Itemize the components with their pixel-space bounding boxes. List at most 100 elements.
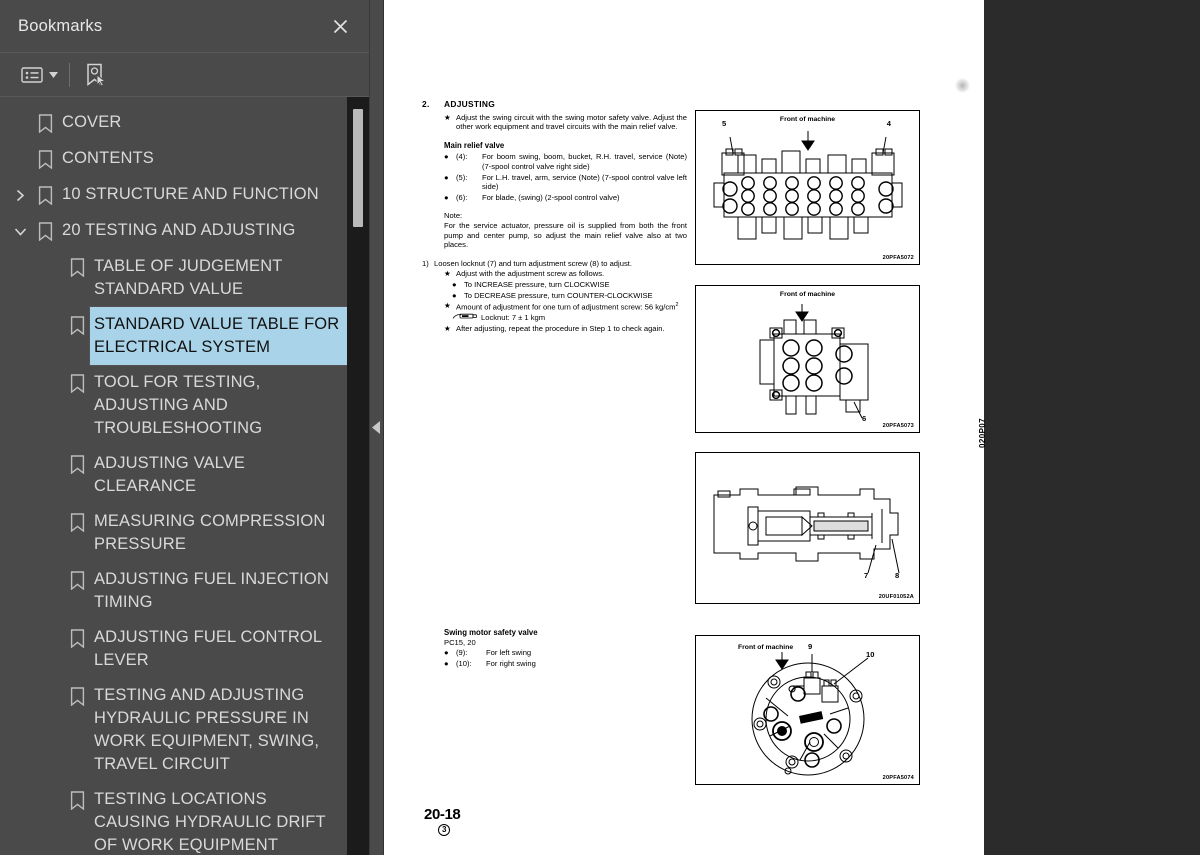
swing-item: ● (10): For right swing (444, 659, 674, 669)
close-icon[interactable] (327, 13, 353, 39)
dot-bullet-icon: ● (444, 192, 449, 202)
figure-2-callout-6: 6 (862, 414, 867, 423)
step-sub-2-superscript: 2 (675, 302, 679, 309)
bookmark-icon (32, 213, 58, 249)
star-bullet-icon: ★ (444, 301, 451, 311)
intro-bullet: ★ Adjust the swing circuit with the swin… (444, 113, 687, 132)
main-relief-item: ● (6): For blade, (swing) (2-spool control… (444, 193, 687, 203)
bookmark-item[interactable]: TOOL FOR TESTING, ADJUSTING AND TROUBLES… (0, 365, 347, 446)
bookmark-item[interactable]: ADJUSTING VALVE CLEARANCE (0, 446, 347, 504)
main-relief-item-text: For L.H. travel, arm, service (Note) (7-… (482, 172, 687, 192)
bookmark-icon (64, 678, 90, 714)
new-bookmark-icon[interactable] (81, 60, 110, 90)
bookmark-item-label: 10 STRUCTURE AND FUNCTION (62, 185, 319, 203)
bookmark-item[interactable]: 20 TESTING AND ADJUSTING (0, 213, 347, 249)
dot-bullet-icon: ● (452, 290, 457, 300)
bookmarks-scrollbar[interactable] (347, 97, 369, 855)
main-relief-list: ● (4): For boom swing, boom, bucket, R.H. … (422, 152, 687, 202)
toolbar-divider (69, 62, 70, 87)
dot-bullet-icon: ● (444, 172, 449, 182)
scan-artifact-mark (955, 78, 970, 93)
step-number: 1) (422, 258, 429, 268)
bookmark-icon (64, 249, 90, 285)
main-relief-item-text: For blade, (swing) (2-spool control valv… (482, 192, 620, 202)
bookmark-item[interactable]: TABLE OF JUDGEMENT STANDARD VALUE (0, 249, 347, 307)
dot-bullet-icon: ● (444, 659, 449, 668)
main-relief-item-number: (5): (456, 172, 468, 182)
bookmark-item-label: STANDARD VALUE TABLE FOR ELECTRICAL SYST… (89, 306, 348, 366)
bookmark-item-label: CONTENTS (62, 149, 154, 167)
figure-4-callout-10: 10 (866, 650, 875, 659)
list-options-icon[interactable] (18, 60, 46, 90)
bookmark-icon (32, 105, 58, 141)
section-number: 2. (422, 99, 430, 109)
bookmarks-tree: COVER CONTENTS 10 STRUCTURE AND FUNCTION 20… (0, 105, 369, 855)
swing-heading: Swing motor safety valve (444, 628, 538, 637)
figure-1-caption: 20PFA5072 (882, 255, 914, 261)
torque-row: Locknut: 7 ± 1 kgm (452, 313, 687, 323)
step-sub-2: ★ Amount of adjustment for one turn of a… (444, 301, 687, 312)
figure-1-callout-5: 5 (722, 119, 727, 128)
bookmark-icon (64, 562, 90, 598)
bookmark-item[interactable]: ADJUSTING FUEL CONTROL LEVER (0, 620, 347, 678)
bookmark-item[interactable]: CONTENTS (0, 141, 347, 177)
step-sub-1b: ● To DECREASE pressure, turn COUNTER-CLO… (452, 291, 687, 301)
chevron-down-icon[interactable] (8, 213, 32, 249)
star-bullet-icon: ★ (444, 323, 451, 333)
swing-item-text: For left swing (486, 648, 532, 657)
bookmark-item-label: COVER (62, 113, 122, 131)
bookmark-icon (32, 141, 58, 177)
bookmark-item[interactable]: 10 STRUCTURE AND FUNCTION (0, 177, 347, 213)
bookmark-item[interactable]: STANDARD VALUE TABLE FOR ELECTRICAL SYST… (0, 306, 348, 366)
intro-text: Adjust the swing circuit with the swing … (456, 112, 687, 132)
scrollbar-thumb[interactable] (353, 109, 363, 227)
note-text: For the service actuator, pressure oil i… (444, 220, 687, 250)
main-relief-item: ● (5): For L.H. travel, arm, service (Note… (444, 173, 687, 192)
step-sub-2-text: Amount of adjustment for one turn of adj… (456, 302, 676, 312)
swing-item: ● (9): For left swing (444, 648, 674, 658)
chevron-right-icon[interactable] (8, 177, 32, 213)
page-title: Bookmarks (18, 16, 103, 35)
main-relief-item-number: (4): (456, 152, 468, 162)
bookmark-item-label: TESTING AND ADJUSTING HYDRAULIC PRESSURE… (94, 686, 320, 773)
2-spool-control-valve-figure: Front of machine 6 20PFA5073 (695, 285, 920, 433)
bookmarks-toolbar (0, 53, 369, 97)
bookmarks-panel-header: Bookmarks (0, 0, 369, 53)
bookmark-item[interactable]: TESTING AND ADJUSTING HYDRAULIC PRESSURE… (0, 678, 347, 782)
bookmark-item[interactable]: ADJUSTING FUEL INJECTION TIMING (0, 562, 347, 620)
bookmark-icon (64, 620, 90, 656)
bookmark-item-label: MEASURING COMPRESSION PRESSURE (94, 512, 326, 553)
page-number-text: 20-18 (424, 806, 461, 823)
pdf-reader-window: Bookmarks COVER CONTENTS 10 STRUCTURE AN… (0, 0, 1200, 855)
bookmark-item[interactable]: COVER (0, 105, 347, 141)
step-text: Loosen locknut (7) and turn adjustment s… (434, 258, 632, 268)
page-number: 20-18 3 (424, 806, 461, 836)
dot-bullet-icon: ● (444, 648, 449, 657)
bookmark-item[interactable]: TESTING LOCATIONS CAUSING HYDRAULIC DRIF… (0, 782, 347, 855)
figure-4-caption: 20PFA5074 (882, 775, 914, 781)
chevron-down-icon[interactable] (46, 61, 60, 89)
bookmark-item-label: 20 TESTING AND ADJUSTING (62, 221, 296, 239)
section-heading: 2. ADJUSTING (422, 99, 687, 110)
figure-3-callout-7: 7 (864, 571, 869, 580)
torque-text: Locknut: 7 ± 1 kgm (481, 313, 546, 323)
document-viewer[interactable]: 2. ADJUSTING ★ Adjust the swing circuit … (384, 0, 1200, 855)
7-spool-control-valve-figure: Front of machine 5 4 20PFA5072 (695, 110, 920, 265)
bookmark-item[interactable]: MEASURING COMPRESSION PRESSURE (0, 504, 347, 562)
main-relief-item: ● (4): For boom swing, boom, bucket, R.H. … (444, 152, 687, 171)
vertical-page-code: 020P07 (978, 418, 987, 448)
panel-collapse-handle[interactable] (370, 0, 384, 855)
figure-4-callout-9: 9 (808, 642, 813, 651)
swing-item-number: (10): (456, 659, 472, 668)
swing-motor-block: Swing motor safety valve PC15, 20 ● (9): F… (444, 628, 674, 670)
bookmark-icon (64, 365, 90, 401)
bookmark-icon (64, 307, 90, 343)
bookmarks-panel: Bookmarks COVER CONTENTS 10 STRUCTURE AN… (0, 0, 370, 855)
